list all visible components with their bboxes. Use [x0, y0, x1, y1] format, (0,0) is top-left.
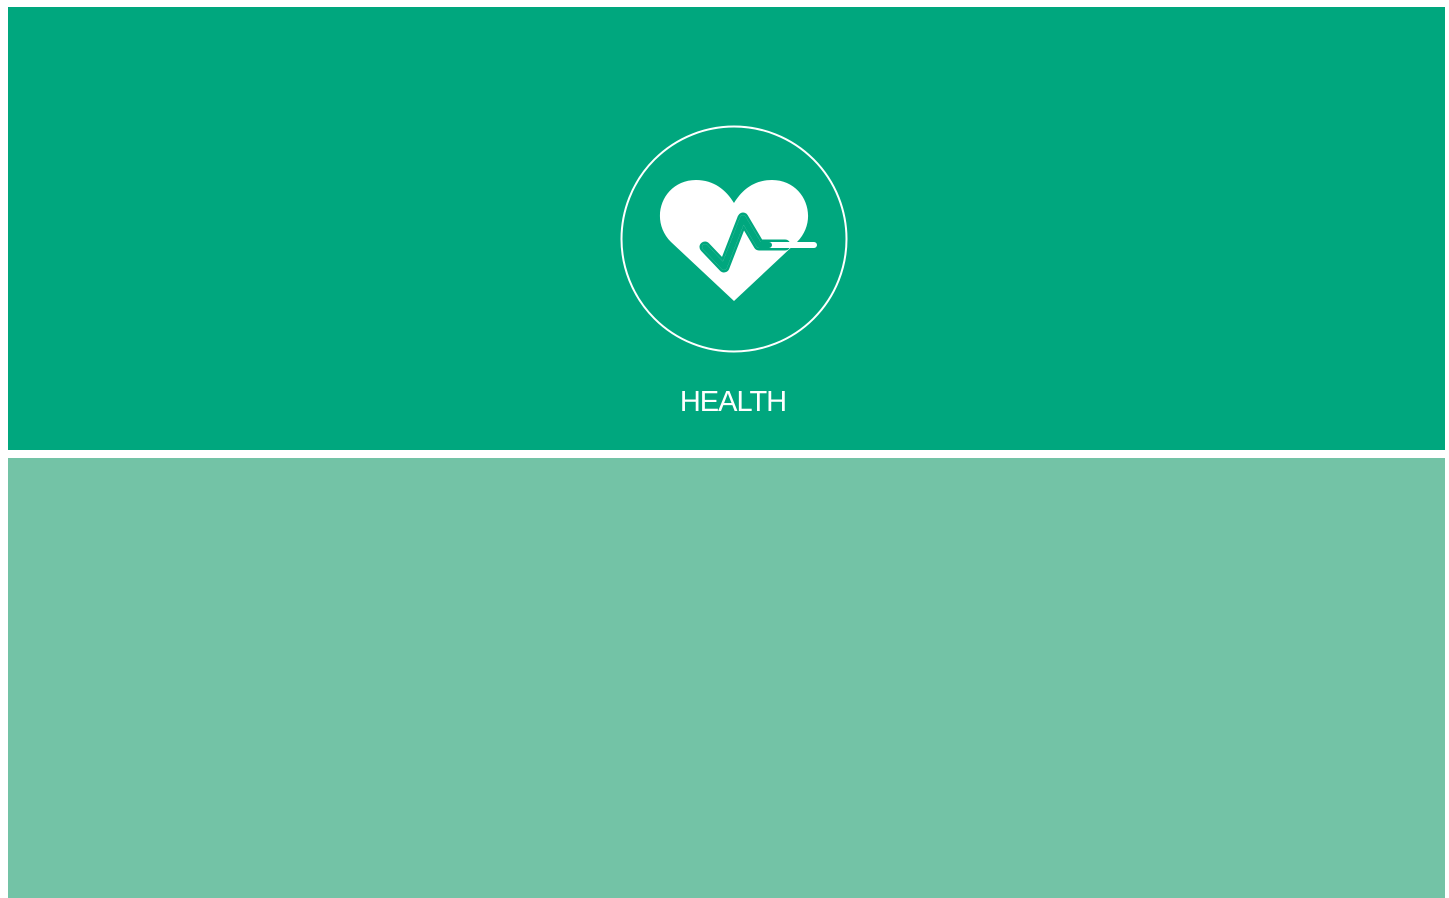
heart-pulse-icon	[620, 125, 848, 353]
bottom-panel	[8, 458, 1445, 898]
health-tile[interactable]: HEALTH	[613, 118, 853, 418]
health-label: HEALTH	[679, 386, 787, 418]
top-panel: HEALTH	[8, 7, 1445, 450]
app-canvas: HEALTH	[0, 0, 1449, 898]
